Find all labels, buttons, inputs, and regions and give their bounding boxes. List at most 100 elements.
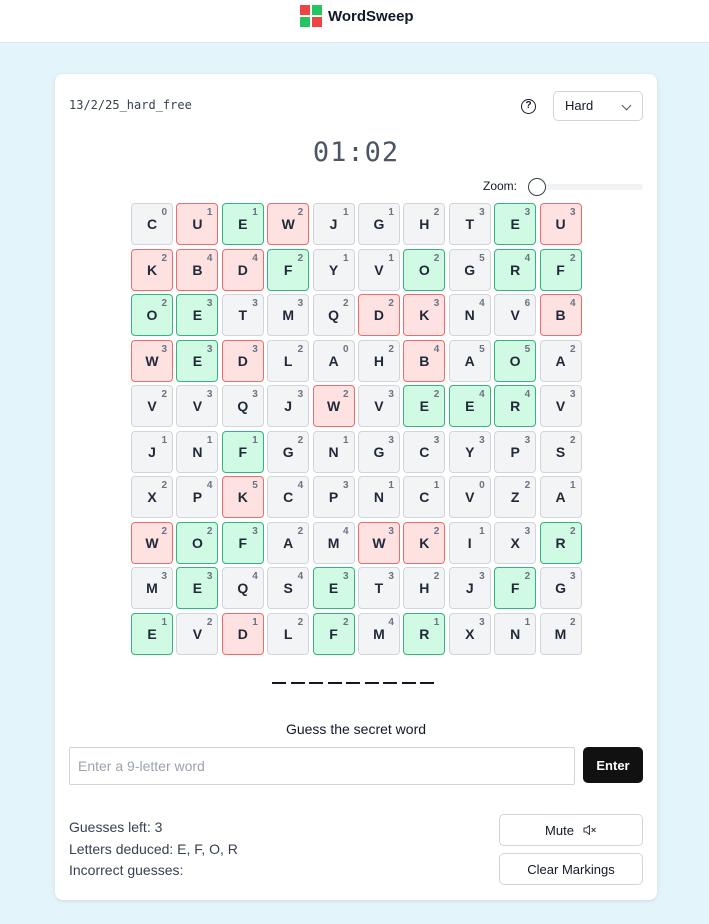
guess-input[interactable] [69,747,575,785]
grid-tile[interactable]: G2 [267,430,310,473]
grid-tile[interactable]: V3 [176,385,219,427]
grid-tile[interactable]: R1 [403,612,446,655]
grid-tile[interactable]: V2 [131,385,173,427]
grid-tile[interactable]: F2 [312,612,355,655]
grid-tile[interactable]: G3 [539,567,582,609]
grid-tile[interactable]: Z2 [494,476,537,518]
zoom-slider-track[interactable] [537,184,643,190]
zoom-slider-thumb[interactable] [528,178,546,196]
grid-tile[interactable]: D3 [221,339,264,382]
grid-tile[interactable]: V3 [539,385,582,427]
grid-tile[interactable]: R2 [539,521,582,564]
grid-tile[interactable]: K3 [403,294,446,336]
grid-tile[interactable]: O2 [176,521,219,564]
grid-tile[interactable]: X3 [494,521,537,564]
grid-tile[interactable]: C4 [267,476,310,518]
grid-tile[interactable]: B4 [176,248,219,291]
grid-tile[interactable]: J1 [131,430,173,473]
grid-tile[interactable]: W2 [131,521,173,564]
mute-button[interactable]: Mute [499,814,643,846]
grid-tile[interactable]: V2 [176,612,219,655]
grid-tile[interactable]: M3 [267,294,310,336]
grid-tile[interactable]: J3 [448,567,491,609]
help-icon[interactable]: ? [521,99,536,114]
grid-tile[interactable]: E1 [221,203,264,245]
grid-tile[interactable]: H2 [357,339,400,382]
grid-tile[interactable]: N1 [312,430,355,473]
grid-tile[interactable]: W3 [131,339,173,382]
grid-tile[interactable]: V6 [494,294,537,336]
grid-tile[interactable]: U3 [539,203,582,245]
grid-tile[interactable]: O5 [494,339,537,382]
grid-tile[interactable]: E3 [312,567,355,609]
grid-tile[interactable]: M3 [131,567,173,609]
grid-tile[interactable]: I1 [448,521,491,564]
grid-tile[interactable]: S4 [267,567,310,609]
grid-tile[interactable]: K2 [403,521,446,564]
grid-tile[interactable]: R4 [494,385,537,427]
grid-tile[interactable]: V0 [448,476,491,518]
grid-tile[interactable]: O2 [131,294,173,336]
grid-tile[interactable]: N1 [176,430,219,473]
grid-tile[interactable]: D1 [221,612,264,655]
grid-tile[interactable]: H2 [403,203,446,245]
grid-tile[interactable]: S2 [539,430,582,473]
grid-tile[interactable]: K5 [221,476,264,518]
grid-tile[interactable]: D2 [357,294,400,336]
grid-tile[interactable]: N1 [494,612,537,655]
brand[interactable]: WordSweep [300,5,414,27]
grid-tile[interactable]: F2 [267,248,310,291]
grid-tile[interactable]: D4 [221,248,264,291]
grid-tile[interactable]: N1 [357,476,400,518]
enter-button[interactable]: Enter [583,747,643,783]
grid-tile[interactable]: A1 [539,476,582,518]
grid-tile[interactable]: Y3 [448,430,491,473]
grid-tile[interactable]: Q2 [312,294,355,336]
clear-markings-button[interactable]: Clear Markings [499,853,643,885]
grid-tile[interactable]: G5 [448,248,491,291]
grid-tile[interactable]: O2 [403,248,446,291]
grid-tile[interactable]: P4 [176,476,219,518]
grid-tile[interactable]: A2 [539,339,582,382]
grid-tile[interactable]: Y1 [312,248,355,291]
grid-tile[interactable]: E4 [448,385,491,427]
grid-tile[interactable]: L2 [267,612,310,655]
grid-tile[interactable]: X2 [131,476,173,518]
grid-tile[interactable]: V1 [357,248,400,291]
grid-tile[interactable]: W3 [357,521,400,564]
grid-tile[interactable]: E3 [176,294,219,336]
grid-tile[interactable]: F2 [494,567,537,609]
grid-tile[interactable]: C3 [403,430,446,473]
grid-tile[interactable]: W2 [312,385,355,427]
grid-tile[interactable]: F3 [221,521,264,564]
grid-tile[interactable]: F2 [539,248,582,291]
grid-tile[interactable]: M2 [539,612,582,655]
grid-tile[interactable]: Q4 [221,567,264,609]
grid-tile[interactable]: W2 [267,203,310,245]
grid-tile[interactable]: N4 [448,294,491,336]
grid-tile[interactable]: E3 [176,339,219,382]
difficulty-select[interactable]: Hard [553,91,643,121]
grid-tile[interactable]: J3 [267,385,310,427]
grid-tile[interactable]: C0 [131,203,173,245]
grid-tile[interactable]: E1 [131,612,173,655]
grid-tile[interactable]: P3 [312,476,355,518]
grid-tile[interactable]: M4 [312,521,355,564]
grid-tile[interactable]: K2 [131,248,173,291]
grid-tile[interactable]: E3 [176,567,219,609]
grid-tile[interactable]: C1 [403,476,446,518]
grid-tile[interactable]: J1 [312,203,355,245]
grid-tile[interactable]: E3 [494,203,537,245]
grid-tile[interactable]: X3 [448,612,491,655]
grid-tile[interactable]: M4 [357,612,400,655]
grid-tile[interactable]: U1 [176,203,219,245]
grid-tile[interactable]: H2 [403,567,446,609]
grid-tile[interactable]: G1 [357,203,400,245]
grid-tile[interactable]: A0 [312,339,355,382]
grid-tile[interactable]: G3 [357,430,400,473]
grid-tile[interactable]: A5 [448,339,491,382]
grid-tile[interactable]: P3 [494,430,537,473]
grid-tile[interactable]: B4 [539,294,582,336]
grid-tile[interactable]: A2 [267,521,310,564]
grid-tile[interactable]: T3 [221,294,264,336]
